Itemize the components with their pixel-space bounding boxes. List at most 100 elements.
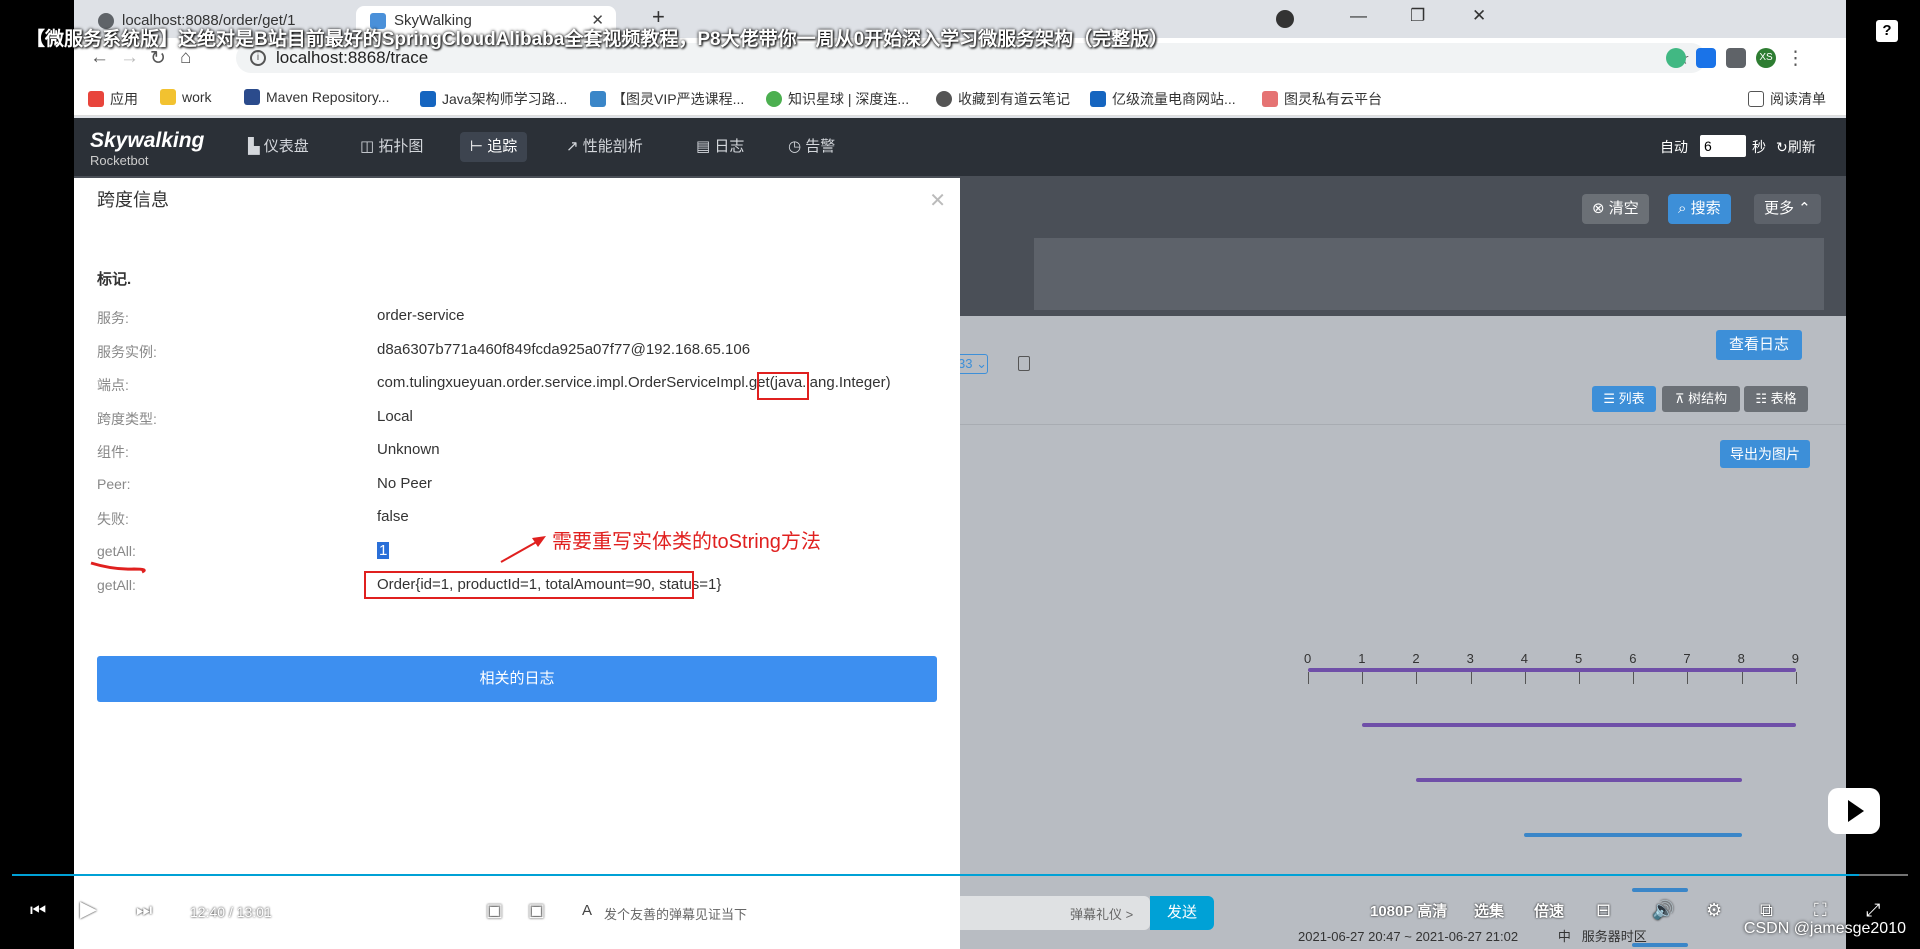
nav-dashboard[interactable]: ▙ 仪表盘 xyxy=(238,132,319,162)
info-icon[interactable]: i xyxy=(250,50,266,66)
refresh-button[interactable]: ↻刷新 xyxy=(1776,137,1816,157)
underline-scribble xyxy=(90,561,146,574)
tree-view-button[interactable]: ⊼ 树结构 xyxy=(1662,386,1740,412)
axis-tick-line xyxy=(1308,672,1309,684)
extension-icon[interactable] xyxy=(1696,48,1716,68)
nav-alarm[interactable]: ◷ 告警 xyxy=(778,132,845,162)
bookmark-label: Maven Repository... xyxy=(266,89,390,105)
episodes-button[interactable]: 选集 xyxy=(1474,900,1504,921)
view-logs-button[interactable]: 查看日志 xyxy=(1716,330,1802,360)
export-image-button[interactable]: 导出为图片 xyxy=(1720,440,1810,468)
bookmark-zsxq[interactable]: 知识星球 | 深度连... xyxy=(766,89,909,109)
topology-icon: ◫ xyxy=(360,138,379,155)
danmaku-input[interactable]: A 发个友善的弹幕见证当下 弹幕礼仪 > xyxy=(570,896,1150,930)
nav-label: 性能剖析 xyxy=(582,138,643,155)
volume-icon[interactable]: 🔊 xyxy=(1652,900,1674,921)
more-label: 更多 xyxy=(1764,200,1795,217)
bookmark-label: 亿级流量电商网站... xyxy=(1112,91,1236,107)
danmaku-settings-icon[interactable]: ▣ xyxy=(528,900,545,921)
logo: Skywalking Rocketbot xyxy=(90,129,204,168)
span-bar[interactable] xyxy=(1416,778,1742,782)
time-sep: / xyxy=(228,904,233,920)
bookmark-label: work xyxy=(182,89,212,105)
play-icon[interactable]: ▶ xyxy=(80,896,97,922)
speed-button[interactable]: 倍速 xyxy=(1534,900,1564,921)
apps-grid-icon xyxy=(88,91,104,107)
extensions-puzzle-icon[interactable] xyxy=(1726,48,1746,68)
select-value: 33 xyxy=(958,356,973,371)
profile-menu-icon[interactable] xyxy=(1276,10,1294,28)
csdn-watermark: CSDN @jamesge2010 xyxy=(1743,920,1906,937)
tree-icon: ⊼ xyxy=(1674,391,1689,406)
close-window-icon[interactable]: ✕ xyxy=(1472,6,1486,26)
span-bar[interactable] xyxy=(1308,668,1796,672)
axis-tick-line xyxy=(1741,672,1743,684)
tree-label: 树结构 xyxy=(1688,391,1728,406)
previous-icon[interactable]: ⏮ xyxy=(30,900,46,921)
trace-icon: ⊢ xyxy=(470,138,488,155)
profile-avatar[interactable]: XS xyxy=(1756,48,1776,68)
seconds-label: 秒 xyxy=(1752,139,1766,155)
copy-icon[interactable] xyxy=(1018,356,1030,371)
bookmark-apps[interactable]: 应用 xyxy=(88,89,138,109)
nav-logs[interactable]: ▤ 日志 xyxy=(686,132,754,162)
progress-fill xyxy=(12,874,1859,876)
span-info-modal: 跨度信息 ✕ 标记. 服务: order-service 服务实例: d8a63… xyxy=(74,178,960,949)
subtitle-off-icon[interactable]: ⊟ xyxy=(1596,900,1611,921)
cloud-icon xyxy=(1262,91,1278,107)
bookmark-label: 【图灵VIP严选课程... xyxy=(612,91,745,107)
nav-topology[interactable]: ◫ 拓扑图 xyxy=(350,132,433,162)
nav-trace[interactable]: ⊢ 追踪 xyxy=(460,132,528,162)
axis-tick-label: 3 xyxy=(1466,651,1474,666)
nav-label: 追踪 xyxy=(487,138,518,155)
next-icon[interactable]: ⏭ xyxy=(136,900,152,921)
list-view-button[interactable]: ☰ 列表 xyxy=(1592,386,1656,412)
picture-in-picture-icon[interactable]: ⧉ xyxy=(1760,900,1773,921)
search-button[interactable]: ⌕ 搜索 xyxy=(1668,194,1731,224)
settings-gear-icon[interactable]: ⚙ xyxy=(1706,900,1722,921)
text-format-icon[interactable]: A xyxy=(582,902,592,919)
widescreen-icon[interactable]: ⛶ xyxy=(1814,900,1827,921)
axis-tick-line xyxy=(1524,672,1526,684)
table-label: 表格 xyxy=(1770,391,1797,406)
clear-icon: ⊗ xyxy=(1592,200,1609,217)
bookmark-label: 知识星球 | 深度连... xyxy=(788,91,910,107)
span-bar[interactable] xyxy=(1524,833,1742,837)
bookmark-tuling-cloud[interactable]: 图灵私有云平台 xyxy=(1262,89,1382,109)
quality-selector[interactable]: 1080P 高清 xyxy=(1370,900,1447,921)
table-view-button[interactable]: ☷ 表格 xyxy=(1744,386,1808,412)
more-menu-icon[interactable]: ⋮ xyxy=(1786,47,1805,70)
time-current: 12:40 xyxy=(190,904,226,920)
clear-button[interactable]: ⊗ 清空 xyxy=(1582,194,1649,224)
bookmark-tuling-vip[interactable]: 【图灵VIP严选课程... xyxy=(590,89,744,109)
send-button[interactable]: 发送 xyxy=(1150,896,1214,930)
bilibili-tv-icon[interactable] xyxy=(1828,788,1880,834)
danmaku-etiquette-link[interactable]: 弹幕礼仪 > xyxy=(1070,904,1133,923)
refresh-circle-icon xyxy=(766,91,782,107)
reading-list[interactable]: 阅读清单 xyxy=(1748,89,1826,109)
time-total: 13:01 xyxy=(236,904,272,920)
bookmark-java-arch[interactable]: Java架构师学习路... xyxy=(420,89,567,109)
reading-list-icon xyxy=(1748,91,1764,107)
fullscreen-icon[interactable]: ⤢ xyxy=(1866,900,1880,921)
refresh-label: 刷新 xyxy=(1787,139,1816,155)
bookmark-ecommerce[interactable]: 亿级流量电商网站... xyxy=(1090,89,1236,109)
bookmark-youdao[interactable]: 收藏到有道云笔记 xyxy=(936,89,1070,109)
bookmark-label: 图灵私有云平台 xyxy=(1284,91,1382,107)
minimize-icon[interactable]: — xyxy=(1350,6,1367,26)
help-icon[interactable]: ? xyxy=(1876,20,1898,42)
more-button[interactable]: 更多 ⌃ xyxy=(1754,194,1821,224)
app-header: Skywalking Rocketbot ▙ 仪表盘 ◫ 拓扑图 ⊢ 追踪 ↗ … xyxy=(74,118,1846,176)
restore-icon[interactable]: ❐ xyxy=(1410,6,1425,26)
related-logs-button[interactable]: 相关的日志 xyxy=(97,656,937,702)
bookmark-work[interactable]: work xyxy=(160,89,212,105)
progress-bar[interactable] xyxy=(12,874,1908,876)
nav-profiling[interactable]: ↗ 性能剖析 xyxy=(556,132,653,162)
span-bar[interactable] xyxy=(1362,723,1796,727)
danmaku-toggle-icon[interactable]: ▣ xyxy=(486,900,503,921)
bookmark-maven[interactable]: Maven Repository... xyxy=(244,89,389,105)
vue-devtools-icon[interactable] xyxy=(1666,48,1686,68)
auto-interval-input[interactable]: 6 xyxy=(1700,135,1746,157)
video-title: 【微服务系统版】这绝对是B站目前最好的SpringCloudAlibaba全套视… xyxy=(26,29,1169,50)
maven-icon xyxy=(244,89,260,105)
